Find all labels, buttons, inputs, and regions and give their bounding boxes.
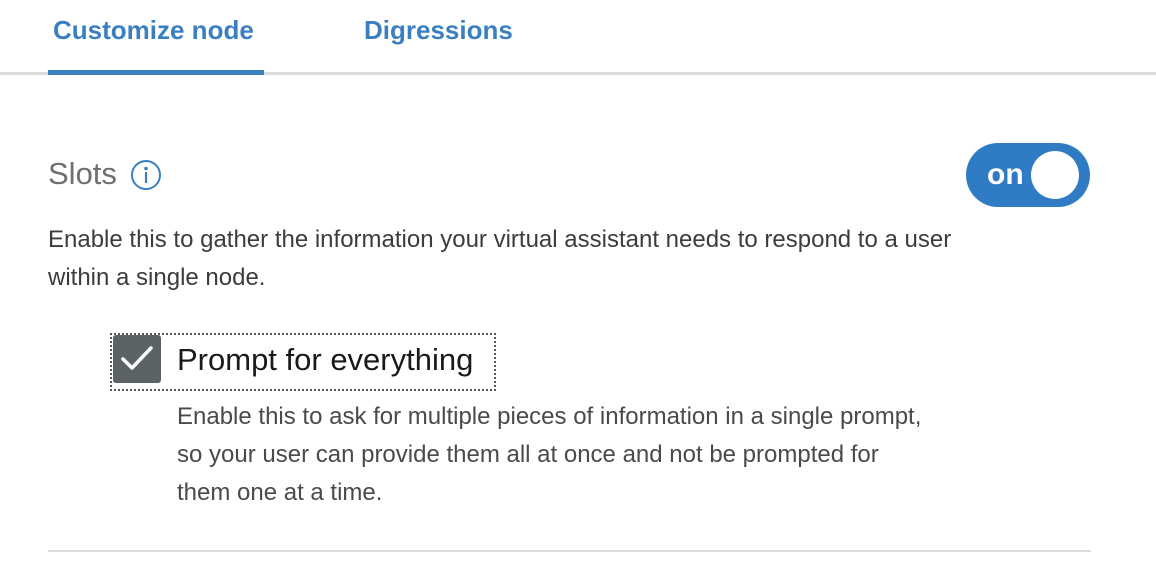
- node-settings-panel: Customize node Digressions Slots on Enab…: [0, 0, 1156, 578]
- slots-description: Enable this to gather the information yo…: [48, 226, 952, 291]
- info-icon[interactable]: [130, 159, 162, 191]
- toggle-knob: [1031, 151, 1079, 199]
- tab-digressions[interactable]: Digressions: [364, 12, 513, 48]
- slots-toggle[interactable]: on: [966, 143, 1090, 207]
- section-divider: [48, 550, 1091, 552]
- active-tab-indicator: [48, 70, 264, 75]
- slots-title: Slots: [48, 156, 117, 191]
- prompt-for-everything-checkbox[interactable]: [113, 335, 161, 383]
- tab-customize-node[interactable]: Customize node: [53, 12, 254, 48]
- info-circle-icon: [131, 160, 161, 190]
- prompt-for-everything-label[interactable]: Prompt for everything: [177, 340, 473, 380]
- toggle-label: on: [987, 158, 1024, 191]
- checkmark-icon: [121, 346, 153, 370]
- tab-bar: Customize node Digressions: [0, 0, 1156, 75]
- prompt-for-everything-description: Enable this to ask for multiple pieces o…: [177, 403, 922, 506]
